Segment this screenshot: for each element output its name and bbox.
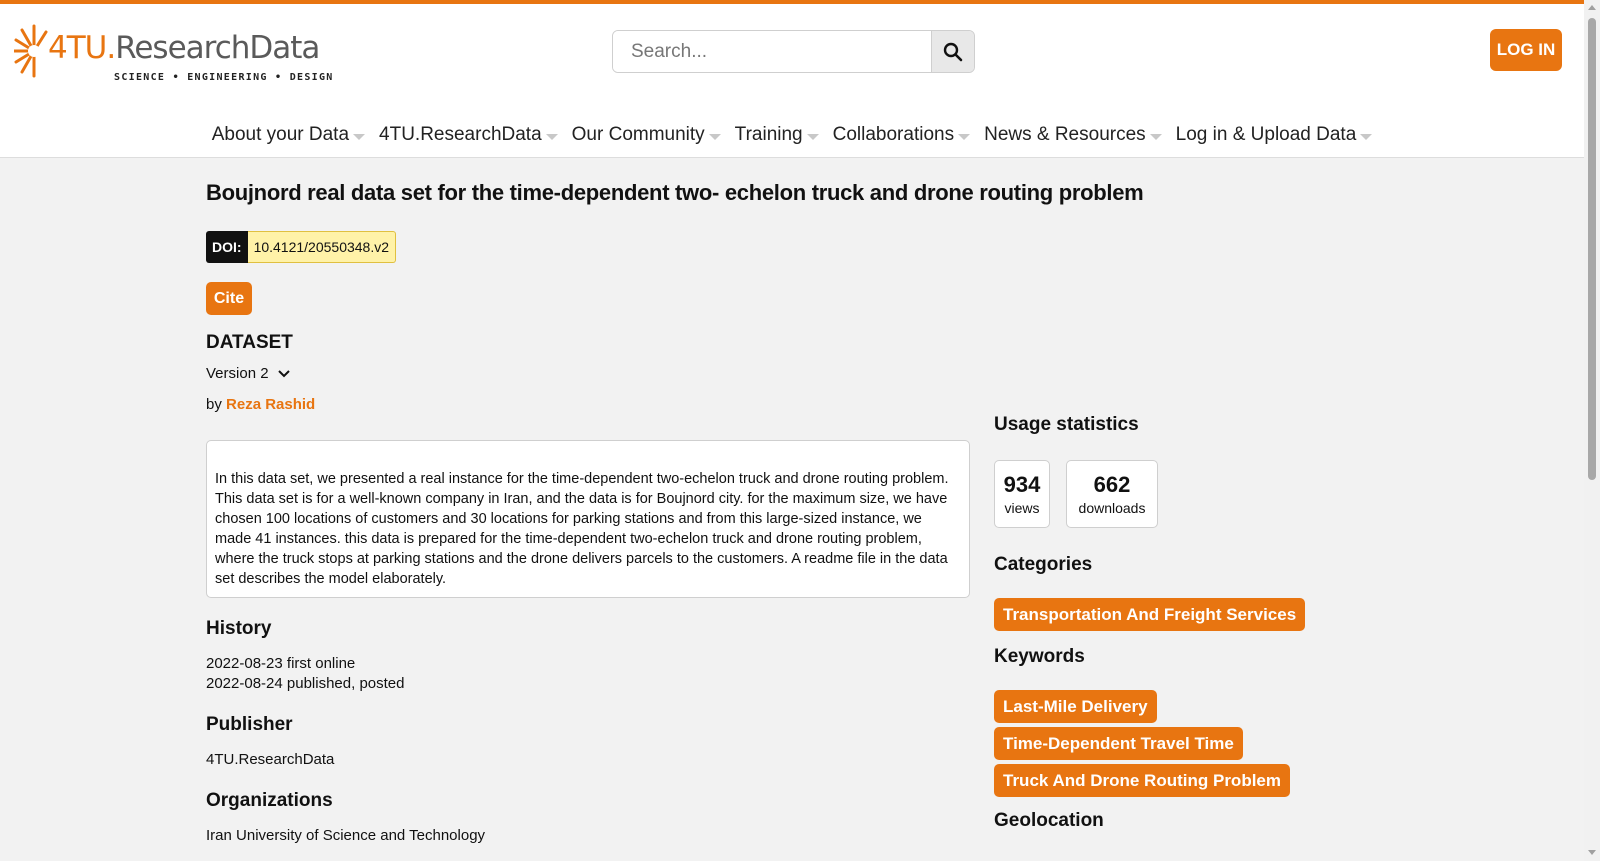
- nav-item-label: 4TU.ResearchData: [379, 124, 542, 145]
- author-byline: by Reza Rashid: [206, 396, 315, 413]
- nav-item-4tu-researchdata[interactable]: 4TU.ResearchData: [379, 124, 558, 146]
- site-logo[interactable]: 4TU.ResearchData SCIENCE • ENGINEERING •…: [14, 18, 332, 84]
- sidebar: Usage statistics 934 views 662 downloads…: [994, 158, 1394, 861]
- usage-statistics-heading: Usage statistics: [994, 414, 1139, 435]
- nav-item-about-your-data[interactable]: About your Data: [211, 124, 366, 146]
- chevron-down-icon: [277, 369, 290, 377]
- doi-label: DOI:: [206, 231, 248, 263]
- version-selector[interactable]: Version 2: [206, 365, 291, 382]
- main-nav: About your Data 4TU.ResearchData Our Com…: [0, 112, 1584, 158]
- publisher-value: 4TU.ResearchData: [206, 751, 335, 768]
- category-tag[interactable]: Transportation And Freight Services: [994, 598, 1306, 631]
- scroll-up-arrow-icon[interactable]: [1588, 5, 1596, 10]
- caret-down-icon: [353, 133, 366, 140]
- keywords-heading: Keywords: [994, 646, 1085, 667]
- page-scrollbar[interactable]: [1584, 0, 1600, 861]
- dataset-page: Boujnord real data set for the time-depe…: [206, 158, 1584, 861]
- categories-heading: Categories: [994, 554, 1093, 575]
- history-entry: 2022-08-24 published, posted: [206, 675, 405, 692]
- version-label: Version 2: [206, 365, 269, 382]
- login-button[interactable]: LOG IN: [1490, 29, 1562, 71]
- downloads-label: downloads: [1078, 500, 1146, 516]
- caret-down-icon: [708, 133, 721, 140]
- caret-down-icon: [806, 133, 819, 140]
- logo-tagline: SCIENCE • ENGINEERING • DESIGN: [114, 72, 334, 83]
- magnifier-icon: [943, 42, 963, 61]
- scroll-down-arrow-icon[interactable]: [1588, 850, 1596, 855]
- search-button[interactable]: [931, 31, 974, 72]
- views-count: 934: [1003, 472, 1041, 497]
- geolocation-heading: Geolocation: [994, 810, 1104, 831]
- keyword-tag[interactable]: Last-Mile Delivery: [994, 690, 1157, 723]
- nav-item-label: Our Community: [571, 124, 705, 145]
- keyword-tag[interactable]: Truck And Drone Routing Problem: [994, 764, 1290, 797]
- downloads-stat: 662 downloads: [1066, 460, 1158, 528]
- logo-sub: ResearchData: [115, 30, 320, 66]
- nav-item-label: Collaborations: [832, 124, 955, 145]
- views-stat: 934 views: [994, 460, 1050, 528]
- description-box: In this data set, we presented a real in…: [206, 440, 970, 598]
- nav-item-label: Log in & Upload Data: [1175, 124, 1357, 145]
- nav-item-our-community[interactable]: Our Community: [572, 124, 721, 146]
- caret-down-icon: [958, 133, 971, 140]
- caret-down-icon: [1149, 133, 1162, 140]
- author-link[interactable]: Reza Rashid: [226, 396, 315, 413]
- organizations-value: Iran University of Science and Technolog…: [206, 827, 486, 844]
- dataset-type-label: DATASET: [206, 332, 293, 353]
- nav-item-login-upload[interactable]: Log in & Upload Data: [1176, 124, 1373, 146]
- logo-wordmark: 4TU.ResearchData: [48, 30, 320, 66]
- scrollbar-thumb[interactable]: [1588, 18, 1596, 480]
- doi-value: 10.4121/20550348.v2: [247, 231, 397, 263]
- nav-item-collaborations[interactable]: Collaborations: [832, 124, 971, 146]
- nav-item-label: News & Resources: [984, 124, 1146, 145]
- nav-item-news-resources[interactable]: News & Resources: [984, 124, 1162, 146]
- caret-down-icon: [1360, 133, 1373, 140]
- keyword-tag[interactable]: Time-Dependent Travel Time: [994, 727, 1243, 760]
- search-bar: [612, 30, 975, 73]
- doi-badge[interactable]: DOI: 10.4121/20550348.v2: [206, 231, 397, 263]
- cite-button[interactable]: Cite: [206, 282, 252, 315]
- nav-item-label: About your Data: [211, 124, 350, 145]
- logo-main: 4TU.: [48, 30, 116, 66]
- nav-item-training[interactable]: Training: [735, 124, 819, 146]
- site-header: 4TU.ResearchData SCIENCE • ENGINEERING •…: [0, 4, 1584, 158]
- history-entry: 2022-08-23 first online: [206, 655, 356, 672]
- downloads-count: 662: [1093, 472, 1131, 497]
- search-input[interactable]: [613, 31, 931, 72]
- publisher-heading: Publisher: [206, 714, 293, 735]
- by-prefix: by: [206, 396, 222, 413]
- organizations-heading: Organizations: [206, 790, 333, 811]
- history-heading: History: [206, 618, 272, 639]
- caret-down-icon: [545, 133, 558, 140]
- nav-item-label: Training: [734, 124, 803, 145]
- views-label: views: [1004, 500, 1040, 516]
